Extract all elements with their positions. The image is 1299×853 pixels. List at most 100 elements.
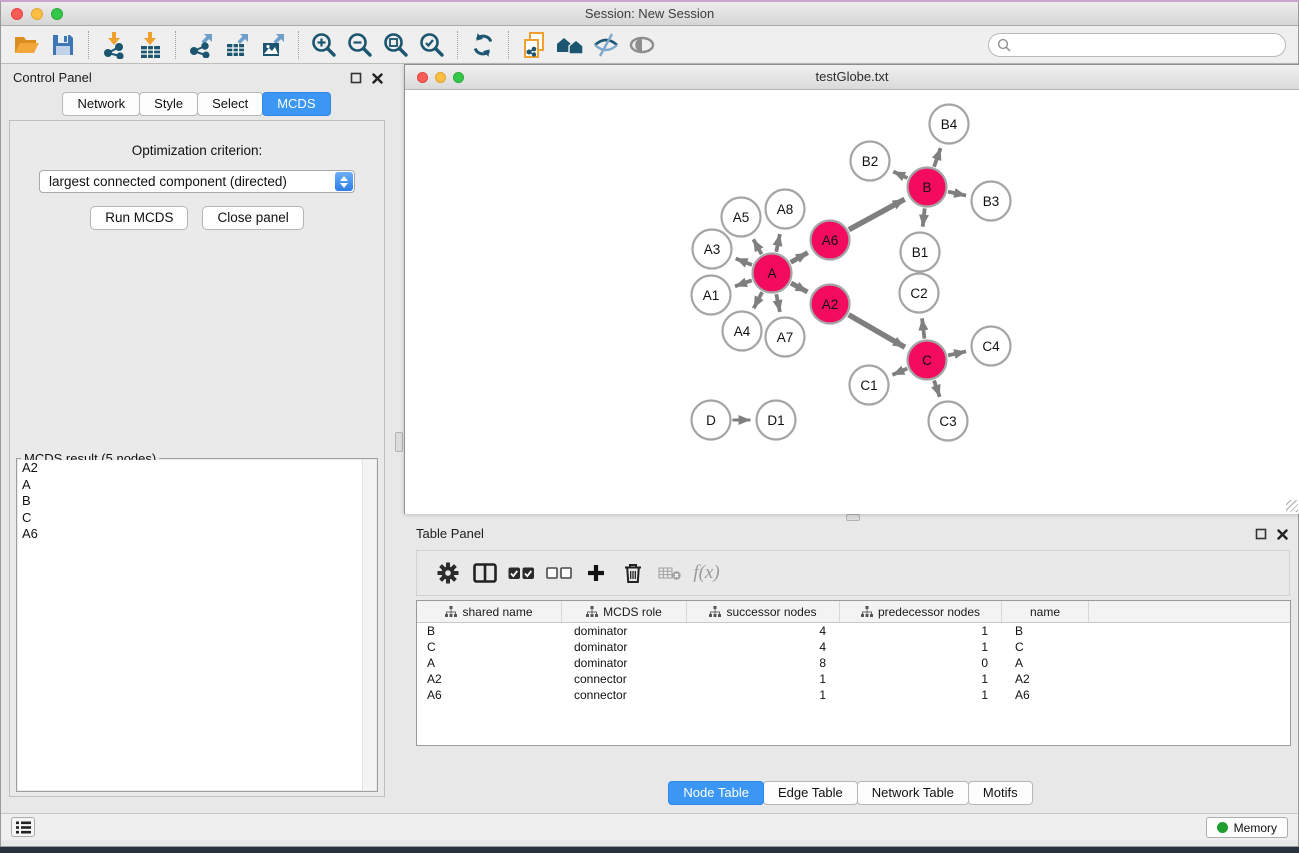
graph-node-B2[interactable] (851, 142, 890, 181)
network-frame-titlebar[interactable]: testGlobe.txt (405, 65, 1299, 90)
export-table-button[interactable] (219, 29, 255, 61)
hide-panels-button[interactable] (588, 29, 624, 61)
refresh-view-button[interactable] (465, 29, 501, 61)
frame-resize-grip[interactable] (1286, 500, 1298, 512)
table-row[interactable]: A2connector11A2 (417, 671, 1290, 687)
column-view-button[interactable] (466, 556, 503, 590)
float-panel-icon[interactable] (350, 72, 362, 84)
column-header-shared-name[interactable]: shared name (417, 601, 562, 622)
run-mcds-button[interactable]: Run MCDS (90, 206, 188, 230)
table-row[interactable]: Bdominator41B (417, 623, 1290, 639)
criterion-select[interactable]: largest connected component (directed) (39, 170, 355, 193)
graph-edge-C-C3[interactable] (934, 380, 940, 397)
graph-node-A1[interactable] (692, 276, 731, 315)
table-options-button[interactable] (429, 556, 466, 590)
graph-edge-A-A6[interactable] (791, 253, 808, 263)
graph-node-A4[interactable] (723, 312, 762, 351)
show-panels-button[interactable] (624, 29, 660, 61)
result-list-scrollbar[interactable] (362, 460, 376, 790)
graph-node-B1[interactable] (901, 233, 940, 272)
tab-select[interactable]: Select (197, 92, 263, 116)
list-item[interactable]: A2 (18, 460, 376, 477)
column-header-predecessor-nodes[interactable]: predecessor nodes (840, 601, 1002, 622)
table-row[interactable]: Cdominator41C (417, 639, 1290, 655)
tab-mcds[interactable]: MCDS (262, 92, 330, 116)
graph-edge-A-A3[interactable] (736, 258, 752, 265)
zoom-fit-button[interactable] (378, 29, 414, 61)
import-network-button[interactable] (96, 29, 132, 61)
graph-node-C4[interactable] (972, 327, 1011, 366)
create-column-button[interactable] (577, 556, 614, 590)
minimize-frame-button[interactable] (435, 72, 446, 83)
column-header-MCDS-role[interactable]: MCDS role (562, 601, 687, 622)
vertical-splitter-grip[interactable] (395, 432, 403, 452)
export-network-button[interactable] (183, 29, 219, 61)
export-image-button[interactable] (255, 29, 291, 61)
memory-button[interactable]: Memory (1206, 817, 1288, 838)
zoom-selected-button[interactable] (414, 29, 450, 61)
graph-edge-A-A5[interactable] (753, 239, 761, 254)
mcds-result-list[interactable]: A2ABCA6 (18, 460, 376, 790)
tab-style[interactable]: Style (139, 92, 198, 116)
save-session-button[interactable] (45, 29, 81, 61)
list-item[interactable]: C (18, 510, 376, 527)
duplicate-network-view-button[interactable] (516, 29, 552, 61)
graph-node-B3[interactable] (972, 182, 1011, 221)
graph-node-A3[interactable] (693, 230, 732, 269)
zoom-window-button[interactable] (51, 8, 63, 20)
graph-edge-B-B4[interactable] (934, 148, 941, 167)
graph-node-A[interactable] (753, 254, 792, 293)
select-all-button[interactable] (503, 556, 540, 590)
graph-node-A2[interactable] (811, 285, 850, 324)
graph-node-C2[interactable] (900, 274, 939, 313)
graph-edge-B-B1[interactable] (923, 208, 925, 226)
list-item[interactable]: A6 (18, 526, 376, 543)
graph-edge-A-A4[interactable] (754, 292, 762, 308)
graph-node-A5[interactable] (722, 198, 761, 237)
table-row[interactable]: Adominator80A (417, 655, 1290, 671)
network-canvas[interactable]: AA1A2A3A4A5A6A7A8BB1B2B3B4CC1C2C3C4DD1 (405, 91, 1299, 514)
graph-node-C1[interactable] (850, 366, 889, 405)
graph-edge-A-A1[interactable] (735, 280, 752, 286)
graph-edge-A-A2[interactable] (791, 283, 808, 292)
graph-node-A6[interactable] (811, 221, 850, 260)
graph-node-B[interactable] (908, 168, 947, 207)
graph-node-D[interactable] (692, 401, 731, 440)
tab-network-table[interactable]: Network Table (857, 781, 969, 805)
graph-node-D1[interactable] (757, 401, 796, 440)
tab-network[interactable]: Network (62, 92, 140, 116)
graph-edge-A-A8[interactable] (776, 234, 780, 252)
graph-edge-A2-C[interactable] (849, 315, 905, 348)
float-panel-icon[interactable] (1255, 528, 1267, 540)
zoom-frame-button[interactable] (453, 72, 464, 83)
graph-edge-B-B3[interactable] (948, 192, 966, 196)
list-item[interactable]: B (18, 493, 376, 510)
table-row[interactable]: A6connector11A6 (417, 687, 1290, 703)
graph-node-B4[interactable] (930, 105, 969, 144)
graph-node-C3[interactable] (929, 402, 968, 441)
task-history-button[interactable] (11, 817, 35, 837)
graph-edge-B-B2[interactable] (893, 172, 907, 178)
tab-node-table[interactable]: Node Table (668, 781, 764, 805)
tab-motifs[interactable]: Motifs (968, 781, 1033, 805)
minimize-window-button[interactable] (31, 8, 43, 20)
close-panel-icon[interactable] (1277, 529, 1288, 540)
close-panel-button[interactable]: Close panel (202, 206, 303, 230)
tab-edge-table[interactable]: Edge Table (763, 781, 858, 805)
graph-edge-A-A7[interactable] (776, 294, 780, 312)
close-panel-icon[interactable] (372, 73, 383, 84)
graph-node-A7[interactable] (766, 318, 805, 357)
graph-edge-A6-B[interactable] (849, 199, 905, 229)
list-item[interactable]: A (18, 477, 376, 494)
home-button[interactable] (552, 29, 588, 61)
zoom-in-button[interactable] (306, 29, 342, 61)
column-header-name[interactable]: name (1002, 601, 1089, 622)
deselect-all-button[interactable] (540, 556, 577, 590)
graph-edge-C-C1[interactable] (892, 369, 907, 375)
delete-column-button[interactable] (614, 556, 651, 590)
column-header-successor-nodes[interactable]: successor nodes (687, 601, 840, 622)
close-window-button[interactable] (11, 8, 23, 20)
zoom-out-button[interactable] (342, 29, 378, 61)
graph-node-A8[interactable] (766, 190, 805, 229)
search-input[interactable] (1016, 38, 1277, 52)
